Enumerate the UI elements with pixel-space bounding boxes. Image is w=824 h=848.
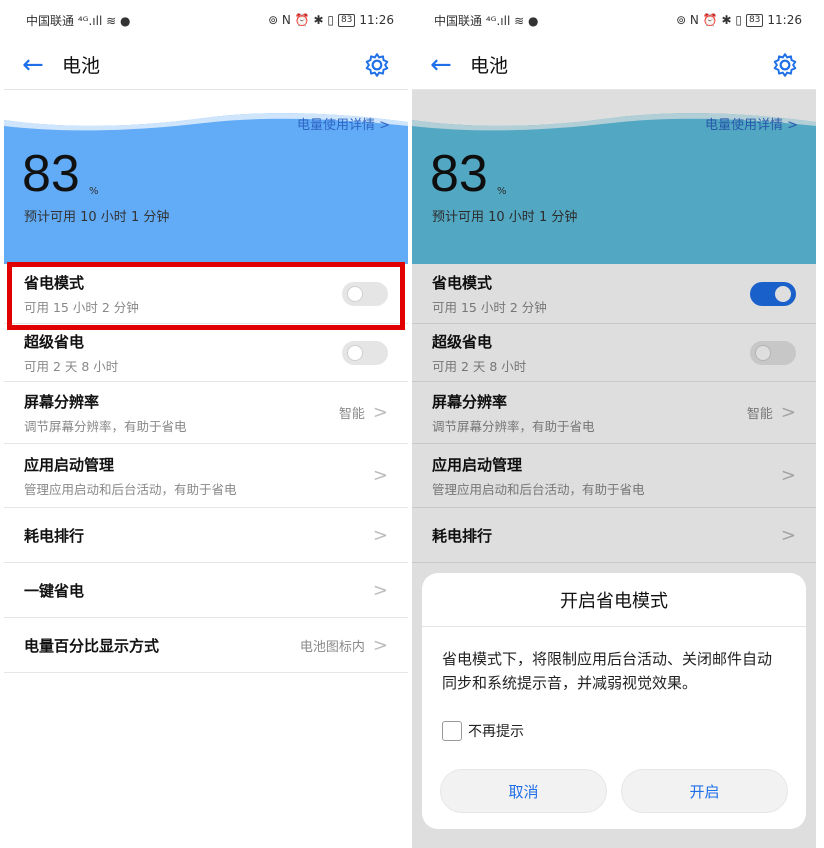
app-launch-label: 应用启动管理	[24, 455, 115, 474]
carrier-text: 中国联通 ⁴ᴳ.ıll ≋ ●	[26, 13, 131, 28]
chevron-right-icon: >	[372, 634, 388, 656]
ultra-power-saving-sub: 可用 2 天 8 小时	[24, 358, 119, 374]
arrow-left-icon[interactable]: ←	[22, 52, 62, 78]
app-bar: ← 电池	[412, 40, 816, 90]
chevron-right-icon: >	[372, 579, 388, 601]
status-bar: 中国联通 ⁴ᴳ.ıll ≋ ● ⊚ N ⏰ ✱ ▯ 83 11:26	[412, 0, 816, 40]
dont-remind-label: 不再提示	[468, 724, 524, 740]
enable-button[interactable]: 开启	[621, 769, 788, 813]
chevron-right-icon: >	[372, 524, 388, 546]
chevron-right-icon: >	[372, 465, 388, 486]
dont-remind-checkbox[interactable]	[442, 721, 462, 741]
percentage-display-row[interactable]: 电量百分比显示方式 电池图标内 >	[4, 618, 408, 673]
power-saving-dialog: 开启省电模式 省电模式下，将限制应用后台活动、关闭邮件自动同步和系统提示音，并减…	[422, 573, 806, 829]
cancel-button[interactable]: 取消	[440, 769, 607, 813]
page-title: 电池	[470, 55, 509, 77]
battery-hero: 电量使用详情 > 83 % 预计可用 10 小时 1 分钟	[4, 108, 408, 264]
page-title: 电池	[62, 55, 101, 77]
status-bar: 中国联通 ⁴ᴳ.ıll ≋ ● ⊚ N ⏰ ✱ ▯ 83 11:26	[4, 0, 408, 40]
power-saving-row[interactable]: 省电模式 可用 15 小时 2 分钟	[4, 264, 408, 324]
left-screen: 中国联通 ⁴ᴳ.ıll ≋ ● ⊚ N ⏰ ✱ ▯ 83 11:26 ← 电池 …	[4, 0, 408, 848]
power-saving-toggle[interactable]	[342, 281, 388, 306]
power-saving-sub: 可用 15 小时 2 分钟	[24, 299, 139, 315]
screen-resolution-label: 屏幕分辨率	[24, 392, 100, 411]
battery-percent: 83	[22, 145, 80, 203]
ultra-power-saving-toggle[interactable]	[342, 340, 388, 365]
one-tap-save-label: 一键省电	[24, 581, 85, 600]
app-bar: ← 电池	[4, 40, 408, 90]
status-icons: ⊚ N ⏰ ✱ ▯	[676, 13, 742, 27]
battery-icon: 83	[337, 13, 356, 27]
remaining-time: 预计可用 10 小时 1 分钟	[24, 210, 170, 225]
status-icons: ⊚ N ⏰ ✱ ▯	[268, 13, 334, 27]
arrow-left-icon[interactable]: ←	[430, 52, 470, 78]
dialog-message: 省电模式下，将限制应用后台活动、关闭邮件自动同步和系统提示音，并减弱视觉效果。	[442, 650, 773, 692]
consumption-rank-row[interactable]: 耗电排行 >	[4, 508, 408, 563]
battery-icon: 83	[745, 13, 764, 27]
ultra-power-saving-label: 超级省电	[24, 332, 85, 351]
app-launch-row[interactable]: 应用启动管理 管理应用启动和后台活动，有助于省电 >	[4, 444, 408, 508]
dont-remind-row[interactable]: 不再提示	[442, 721, 806, 741]
gear-icon[interactable]	[364, 52, 390, 78]
consumption-rank-label: 耗电排行	[24, 526, 85, 545]
settings-list: 省电模式 可用 15 小时 2 分钟 超级省电 可用 2 天 8 小时 屏幕分辨…	[4, 264, 408, 673]
chevron-right-icon: >	[372, 402, 388, 423]
one-tap-save-row[interactable]: 一键省电 >	[4, 563, 408, 618]
usage-details-link[interactable]: 电量使用详情 >	[297, 114, 390, 133]
ultra-power-saving-row[interactable]: 超级省电 可用 2 天 8 小时	[4, 324, 408, 382]
percentage-display-value: 电池图标内	[299, 639, 365, 655]
clock: 11:26	[767, 13, 802, 27]
clock: 11:26	[359, 13, 394, 27]
percentage-display-label: 电量百分比显示方式	[24, 636, 160, 655]
screen-resolution-value: 智能	[338, 407, 365, 422]
screen-resolution-row[interactable]: 屏幕分辨率 调节屏幕分辨率，有助于省电 智能 >	[4, 382, 408, 444]
percent-unit: %	[89, 186, 99, 197]
app-launch-sub: 管理应用启动和后台活动，有助于省电	[24, 481, 237, 497]
gear-icon[interactable]	[772, 52, 798, 78]
carrier-text: 中国联通 ⁴ᴳ.ıll ≋ ●	[434, 13, 539, 28]
right-screen: 中国联通 ⁴ᴳ.ıll ≋ ● ⊚ N ⏰ ✱ ▯ 83 11:26 ← 电池 …	[412, 0, 816, 848]
screen-resolution-sub: 调节屏幕分辨率，有助于省电	[24, 418, 187, 434]
dialog-title: 开启省电模式	[422, 573, 806, 627]
power-saving-label: 省电模式	[24, 273, 85, 292]
